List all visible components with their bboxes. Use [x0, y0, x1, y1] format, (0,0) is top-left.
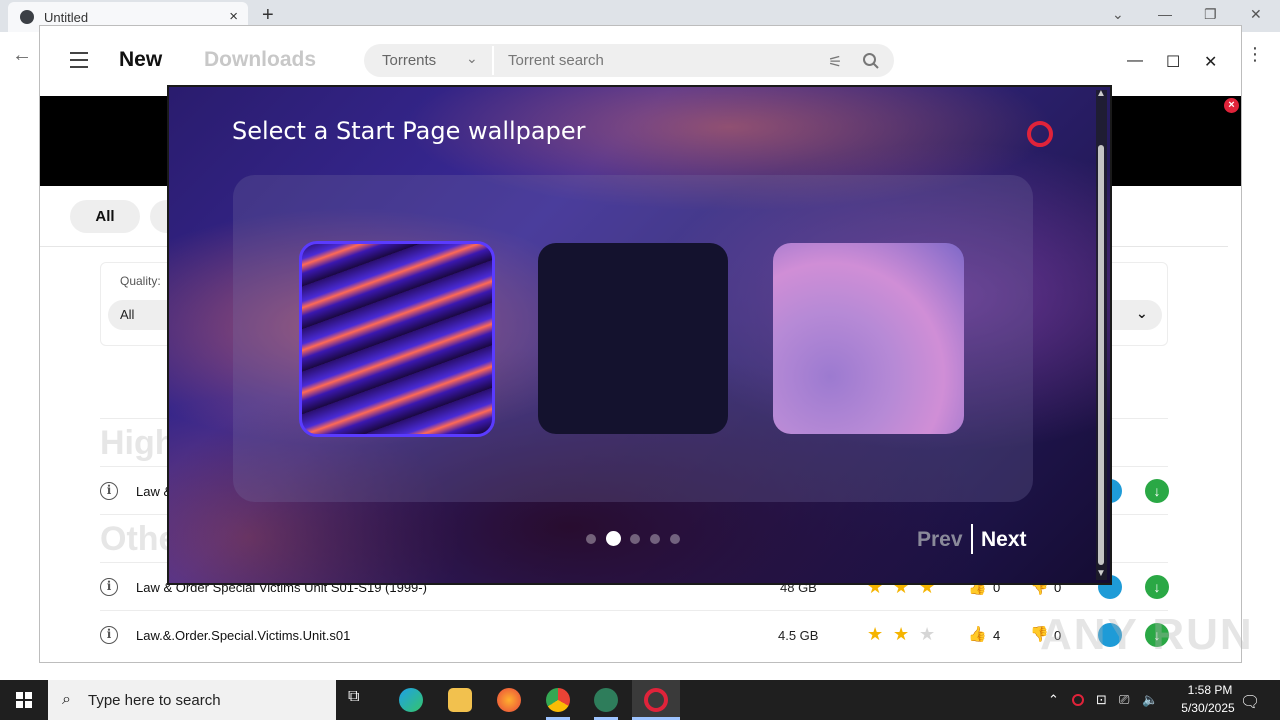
- download-icon[interactable]: ↓: [1145, 479, 1169, 503]
- tab-close-icon[interactable]: ×: [229, 8, 238, 25]
- search-input[interactable]: Torrent search: [508, 52, 604, 69]
- hamburger-menu-icon[interactable]: [70, 52, 88, 68]
- nav-new[interactable]: New: [119, 48, 162, 72]
- page-dot[interactable]: [630, 534, 640, 544]
- page-dot[interactable]: [650, 534, 660, 544]
- taskbar-search-input[interactable]: Type here to search: [88, 692, 221, 709]
- edge-icon[interactable]: [399, 688, 423, 712]
- search-icon[interactable]: [862, 52, 880, 75]
- minimize-icon[interactable]: —: [1158, 6, 1172, 22]
- windows-start-icon[interactable]: [16, 692, 32, 708]
- torrent-app-icon[interactable]: [594, 688, 618, 712]
- wallpaper-option-dark[interactable]: [538, 243, 728, 434]
- search-divider: [492, 46, 494, 75]
- file-explorer-icon[interactable]: [448, 688, 472, 712]
- page-dot[interactable]: [670, 534, 680, 544]
- opera-icon[interactable]: [644, 688, 668, 712]
- app-minimize-icon[interactable]: —: [1127, 52, 1143, 70]
- back-arrow-icon[interactable]: ←: [12, 44, 32, 67]
- browser-menu-icon[interactable]: ⋮: [1246, 44, 1264, 65]
- network-icon[interactable]: ⎚: [1119, 692, 1129, 708]
- prev-button[interactable]: Prev: [917, 528, 963, 552]
- window-close-icon[interactable]: ✕: [1250, 6, 1262, 23]
- scrollbar-thumb[interactable]: [1098, 145, 1104, 565]
- app-close-icon[interactable]: ✕: [1204, 52, 1217, 72]
- new-tab-button[interactable]: +: [262, 4, 274, 27]
- opera-tray-icon[interactable]: [1072, 694, 1084, 706]
- star-icon: ★: [867, 624, 884, 644]
- row-size: 4.5 GB: [778, 628, 819, 643]
- chrome-icon[interactable]: [546, 688, 570, 712]
- tray-chevron-icon[interactable]: ⌃: [1048, 692, 1059, 708]
- tray-app-icon[interactable]: ⊡: [1096, 692, 1107, 708]
- clock-date[interactable]: 5/30/2025: [1166, 701, 1250, 715]
- clock-time[interactable]: 1:58 PM: [1172, 683, 1248, 697]
- filter-all-pill[interactable]: All: [70, 200, 140, 233]
- quality-label: Quality:: [120, 274, 161, 288]
- restore-icon[interactable]: ❐: [1204, 6, 1217, 23]
- task-view-icon[interactable]: ⧉: [348, 688, 372, 712]
- wallpaper-option-selected[interactable]: [299, 241, 495, 437]
- section-heading-other: Other: [100, 520, 168, 558]
- download-icon[interactable]: ↓: [1145, 575, 1169, 599]
- chevron-down-icon[interactable]: ⌄: [1136, 305, 1148, 322]
- globe-icon: [20, 10, 34, 24]
- thumbs-up-icon[interactable]: 👍: [968, 625, 987, 643]
- firefox-icon[interactable]: [497, 688, 521, 712]
- app-maximize-icon[interactable]: ☐: [1166, 52, 1180, 72]
- modal-title: Select a Start Page wallpaper: [232, 117, 586, 145]
- row-title[interactable]: Law.&.Order.Special.Victims.Unit.s01: [136, 628, 350, 643]
- nav-downloads[interactable]: Downloads: [204, 48, 316, 72]
- tab-list-chevron-icon[interactable]: ⌄: [1112, 6, 1124, 23]
- banner-close-icon[interactable]: ×: [1224, 98, 1239, 113]
- tab-title: Untitled: [44, 9, 89, 25]
- scroll-up-icon[interactable]: ▲: [1096, 88, 1106, 99]
- info-icon[interactable]: i: [100, 482, 118, 500]
- page-dot[interactable]: [586, 534, 596, 544]
- filter-sliders-icon[interactable]: ⚟: [828, 52, 842, 72]
- page-dot-active[interactable]: [606, 531, 621, 546]
- search-bar: [364, 44, 894, 77]
- watermark-logo: ANY RUN: [1040, 610, 1254, 659]
- like-count: 4: [993, 628, 1001, 643]
- search-category-select[interactable]: Torrents: [382, 52, 436, 69]
- notifications-icon[interactable]: 🗨: [1240, 692, 1260, 712]
- opera-logo-icon: [1027, 121, 1053, 147]
- next-button[interactable]: Next: [981, 528, 1027, 552]
- chevron-down-icon[interactable]: ⌄: [466, 50, 478, 67]
- section-heading-high: High: [100, 424, 168, 462]
- star-icon: ★: [893, 624, 910, 644]
- star-icon: ★: [919, 624, 936, 644]
- scroll-down-icon[interactable]: ▼: [1096, 568, 1106, 579]
- search-icon: ⌕: [62, 691, 71, 708]
- nav-separator: [971, 524, 973, 554]
- divider: [100, 610, 1168, 611]
- info-icon[interactable]: i: [100, 626, 118, 644]
- volume-icon[interactable]: 🔈: [1142, 692, 1158, 708]
- wallpaper-option-light[interactable]: [773, 243, 964, 434]
- info-icon[interactable]: i: [100, 578, 118, 596]
